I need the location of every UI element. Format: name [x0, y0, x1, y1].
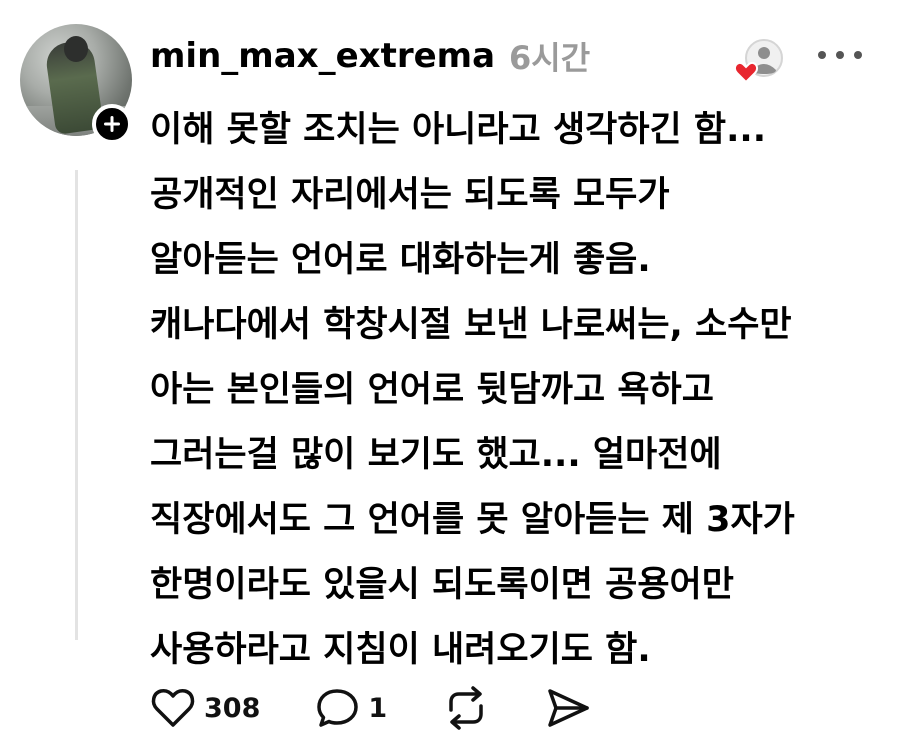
thread-line [75, 170, 78, 640]
repost-icon [449, 686, 483, 730]
reply-button[interactable]: 1 [316, 687, 387, 729]
more-horizontal-icon [818, 51, 826, 59]
like-button[interactable]: 308 [150, 687, 260, 729]
post-text-line: 공개적인 자리에서는 되도록 모두가 [150, 175, 670, 215]
post-text-line: 알아듣는 언어로 대화하는게 좋음. [150, 240, 651, 280]
follow-button[interactable] [92, 104, 132, 144]
post-text-line: 한명이라도 있을시 되도록이면 공용어만 [150, 565, 734, 605]
post-header: min_max_extrema 6시간 [150, 30, 590, 82]
heart-outline-icon [151, 689, 195, 727]
post-text-line: 사용하라고 지침이 내려오기도 함. [150, 630, 651, 670]
more-dot [854, 51, 862, 59]
like-count: 308 [204, 692, 261, 724]
heart-avatar-icon [733, 39, 783, 84]
repost-button[interactable] [443, 686, 489, 730]
plus-icon [104, 116, 120, 132]
reactor-avatar[interactable] [733, 38, 784, 84]
post-body: 이해 못할 조치는 아니라고 생각하긴 함... 공개적인 자리에서는 되도록 … [150, 98, 890, 683]
post-text-line: 아는 본인들의 언어로 뒷담까고 욕하고 [150, 370, 714, 410]
send-icon [548, 689, 589, 727]
share-button[interactable] [545, 687, 591, 729]
username[interactable]: min_max_extrema [150, 36, 495, 76]
thread-post: min_max_extrema 6시간 이해 못할 조치는 아니라고 생각하긴 … [0, 0, 900, 750]
comment-icon [317, 689, 359, 727]
more-options-button[interactable] [818, 40, 862, 70]
post-text-line: 직장에서도 그 언어를 못 알아듣는 제 3자가 [150, 500, 795, 540]
avatar-head [64, 36, 88, 62]
post-text-line: 캐나다에서 학창시절 보낸 나로써는, 소수만 [150, 305, 792, 345]
post-time: 6시간 [509, 39, 591, 77]
post-text-line: 그러는걸 많이 보기도 했고... 얼마전에 [150, 435, 722, 475]
reply-count: 1 [368, 692, 388, 724]
action-bar: 308 1 [150, 680, 591, 736]
more-dot [836, 51, 844, 59]
post-text-line: 이해 못할 조치는 아니라고 생각하긴 함... [150, 110, 767, 150]
